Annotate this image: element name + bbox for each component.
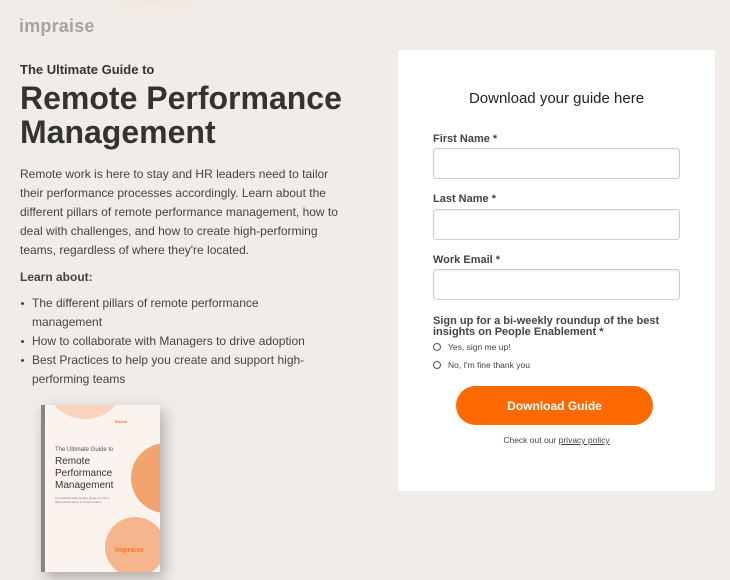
radio-button[interactable] — [433, 343, 441, 351]
download-guide-button[interactable]: Download Guide — [456, 386, 653, 425]
hero-section: The Ultimate Guide to Remote Performance… — [20, 62, 350, 389]
cover-decor-circle — [105, 517, 160, 572]
radio-label: No, I'm fine thank you — [448, 360, 530, 370]
radio-button[interactable] — [433, 361, 441, 369]
work-email-input[interactable] — [433, 269, 680, 300]
cover-decor-circle — [51, 405, 119, 419]
list-item: How to collaborate with Managers to driv… — [20, 332, 320, 351]
last-name-input[interactable] — [433, 209, 680, 240]
privacy-prefix: Check out our — [503, 435, 557, 445]
radio-option-no[interactable]: No, I'm fine thank you — [433, 360, 530, 370]
cover-decor-circle — [131, 443, 160, 513]
form-title: Download your guide here — [468, 90, 645, 107]
cover-title: Remote Performance Management — [55, 456, 114, 491]
list-item: Best Practices to help you create and su… — [20, 351, 320, 389]
page-title: Remote Performance Management — [20, 80, 342, 150]
first-name-label: First Name * — [433, 133, 498, 145]
ebook-cover-image: Ebook The Ultimate Guide to Remote Perfo… — [41, 405, 160, 572]
hero-eyebrow: The Ultimate Guide to — [20, 62, 155, 77]
list-item: The different pillars of remote performa… — [20, 294, 320, 332]
decorative-blob — [70, 0, 240, 10]
download-form-card: Download your guide here First Name * La… — [398, 50, 715, 491]
last-name-label: Last Name * — [433, 193, 496, 205]
first-name-input[interactable] — [433, 148, 680, 179]
work-email-label: Work Email * — [433, 254, 501, 266]
radio-option-yes[interactable]: Yes, sign me up! — [433, 342, 511, 352]
hero-intro: Remote work is here to stay and HR leade… — [20, 167, 338, 257]
learn-about-list: The different pillars of remote performa… — [20, 294, 320, 389]
cover-subtitle: The Ultimate Guide to — [55, 447, 114, 453]
cover-tag: Ebook — [115, 419, 128, 424]
privacy-policy-link[interactable]: privacy policy — [559, 435, 610, 445]
cover-logo: impraise — [115, 547, 144, 554]
privacy-note: Check out our privacy policy — [398, 435, 715, 445]
signup-question: Sign up for a bi-weekly roundup of the b… — [433, 315, 660, 338]
impraise-logo[interactable]: impraise — [19, 16, 95, 37]
cover-description: An practical step-by-step guide on how t… — [55, 496, 111, 504]
radio-label: Yes, sign me up! — [448, 342, 511, 352]
learn-about-heading: Learn about: — [20, 270, 93, 284]
